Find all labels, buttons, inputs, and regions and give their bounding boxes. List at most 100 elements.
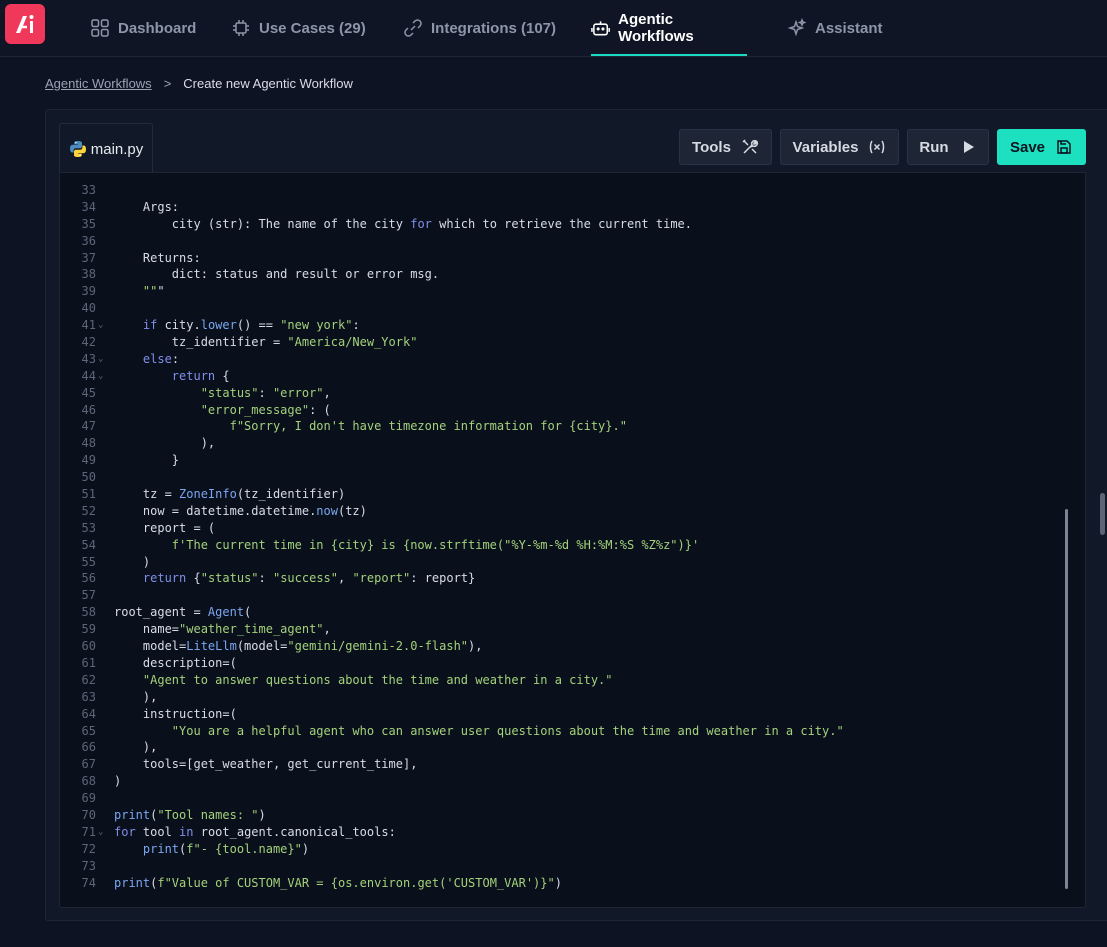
code-line[interactable]: 43 ⌄ else: — [60, 351, 1060, 368]
tools-icon — [742, 139, 758, 154]
line-number: 36 — [81, 233, 96, 248]
code-line[interactable]: 61 description=( — [60, 655, 1060, 672]
code-text: Args: — [114, 199, 180, 214]
fold-chevron-icon[interactable]: ⌄ — [98, 351, 103, 368]
code-line[interactable]: 65 "You are a helpful agent who can answ… — [60, 723, 1060, 740]
line-number: 41 — [81, 318, 96, 333]
code-line[interactable]: 68) — [60, 773, 1060, 790]
code-line[interactable]: 33 — [60, 182, 1060, 199]
line-number: 39 — [81, 284, 96, 299]
code-line[interactable]: 39 """ — [60, 283, 1060, 300]
code-line[interactable]: 66 ), — [60, 739, 1060, 756]
code-line[interactable]: 46 "error_message": ( — [60, 402, 1060, 419]
code-text: f"Sorry, I don't have timezone informati… — [229, 419, 627, 434]
code-line[interactable]: 62 "Agent to answer questions about the … — [60, 672, 1060, 689]
nav-dashboard[interactable]: Dashboard — [90, 0, 196, 56]
line-number: 59 — [81, 622, 96, 637]
line-number: 67 — [81, 757, 96, 772]
code-text: print(f"Value of CUSTOM_VAR = {os.enviro… — [114, 875, 562, 890]
code-line[interactable]: 73 — [60, 858, 1060, 875]
code-line[interactable]: 38 dict: status and result or error msg. — [60, 266, 1060, 283]
code-line[interactable]: 47 f"Sorry, I don't have timezone inform… — [60, 418, 1060, 435]
variable-icon — [870, 140, 885, 154]
nav-assistant[interactable]: Assistant — [787, 0, 883, 56]
code-text: tz = ZoneInfo(tz_identifier) — [114, 487, 346, 502]
code-line[interactable]: 40 — [60, 300, 1060, 317]
code-text: """ — [142, 284, 165, 299]
code-text: return { — [171, 368, 230, 383]
code-line[interactable]: 70 print("Tool names: ") — [60, 807, 1060, 824]
line-number: 56 — [81, 571, 96, 586]
line-number: 65 — [81, 723, 96, 738]
code-line[interactable]: 35 city (str): The name of the city for … — [60, 216, 1060, 233]
code-line[interactable]: 51 tz = ZoneInfo(tz_identifier) — [60, 486, 1060, 503]
code-line[interactable]: 71 ⌄ for tool in root_agent.canonical_tool… — [60, 824, 1060, 841]
code-line[interactable]: 50 — [60, 469, 1060, 486]
code-line[interactable]: 63 ), — [60, 689, 1060, 706]
file-tab-main-py[interactable]: main.py — [59, 123, 153, 174]
line-number: 43 — [81, 351, 96, 366]
sparkle-icon — [787, 18, 807, 37]
fold-chevron-icon[interactable]: ⌄ — [98, 824, 103, 841]
code-line[interactable]: 54 f'The current time in {city} is {now.… — [60, 537, 1060, 554]
code-line[interactable]: 57 — [60, 587, 1060, 604]
nav-assistant-label: Assistant — [815, 19, 883, 37]
code-text: ) — [114, 774, 122, 789]
code-editor[interactable]: 33 34 Args: 35 city (str): The name of the… — [59, 172, 1086, 908]
variables-button[interactable]: Variables — [780, 129, 899, 165]
code-line[interactable]: 48 ), — [60, 435, 1060, 452]
breadcrumb-current: Create new Agentic Workflow — [183, 76, 353, 91]
code-line[interactable]: 44 ⌄ return { — [60, 368, 1060, 385]
code-line[interactable]: 56 return {"status": "success", "report"… — [60, 570, 1060, 587]
variables-button-label: Variables — [792, 138, 859, 156]
page-scrollbar[interactable] — [1100, 493, 1105, 535]
code-line[interactable]: 45 "status": "error", — [60, 385, 1060, 402]
editor-scrollbar[interactable] — [1065, 509, 1068, 889]
line-number: 52 — [81, 503, 96, 518]
code-text: tools=[get_weather, get_current_time], — [114, 757, 418, 772]
code-line[interactable]: 55 ) — [60, 554, 1060, 571]
code-line[interactable]: 59 name="weather_time_agent", — [60, 621, 1060, 638]
tools-button[interactable]: Tools — [679, 129, 772, 165]
code-line[interactable]: 67 tools=[get_weather, get_current_time]… — [60, 756, 1060, 773]
nav-agentic-workflows[interactable]: Agentic Workflows — [591, 0, 747, 56]
breadcrumb: Agentic Workflows > Create new Agentic W… — [45, 76, 353, 91]
code-text: root_agent = Agent( — [114, 605, 252, 620]
nav-integrations[interactable]: Integrations (107) — [403, 0, 556, 56]
line-number: 46 — [81, 402, 96, 417]
code-line[interactable]: 37 Returns: — [60, 250, 1060, 267]
code-line[interactable]: 53 report = ( — [60, 520, 1060, 537]
fold-chevron-icon[interactable]: ⌄ — [98, 368, 103, 385]
code-line[interactable]: 64 instruction=( — [60, 706, 1060, 723]
code-text: else: — [142, 351, 180, 366]
line-number: 58 — [81, 605, 96, 620]
link-icon — [404, 19, 422, 37]
breadcrumb-link-agentic-workflows[interactable]: Agentic Workflows — [45, 76, 152, 91]
save-button[interactable]: Save — [997, 129, 1086, 165]
code-line[interactable]: 34 Args: — [60, 199, 1060, 216]
code-line[interactable]: 74 print(f"Value of CUSTOM_VAR = {os.envi… — [60, 875, 1060, 892]
code-text: now = datetime.datetime.now(tz) — [114, 503, 367, 518]
workflow-editor-panel: main.py Tools Variables Run Save 33 34 Ar… — [45, 109, 1107, 921]
code-text: ), — [114, 689, 158, 704]
line-number: 33 — [81, 183, 96, 197]
play-icon — [963, 141, 974, 153]
code-line[interactable]: 41 ⌄ if city.lower() == "new york": — [60, 317, 1060, 334]
code-text: dict: status and result or error msg. — [114, 267, 440, 282]
robot-icon — [591, 21, 610, 36]
code-line[interactable]: 52 now = datetime.datetime.now(tz) — [60, 503, 1060, 520]
nav-use-cases[interactable]: Use Cases (29) — [231, 0, 366, 56]
app-logo[interactable] — [5, 4, 45, 44]
nav-integrations-label: Integrations (107) — [431, 19, 557, 37]
line-number: 68 — [81, 774, 96, 789]
code-line[interactable]: 69 — [60, 790, 1060, 807]
code-line[interactable]: 60 model=LiteLlm(model="gemini/gemini-2.… — [60, 638, 1060, 655]
code-line[interactable]: 49 } — [60, 452, 1060, 469]
fold-chevron-icon[interactable]: ⌄ — [98, 317, 103, 334]
run-button[interactable]: Run — [907, 129, 989, 165]
code-text: } — [114, 453, 180, 468]
code-line[interactable]: 58 root_agent = Agent( — [60, 604, 1060, 621]
code-line[interactable]: 72 print(f"- {tool.name}") — [60, 841, 1060, 858]
code-line[interactable]: 36 — [60, 233, 1060, 250]
code-line[interactable]: 42 tz_identifier = "America/New_York" — [60, 334, 1060, 351]
